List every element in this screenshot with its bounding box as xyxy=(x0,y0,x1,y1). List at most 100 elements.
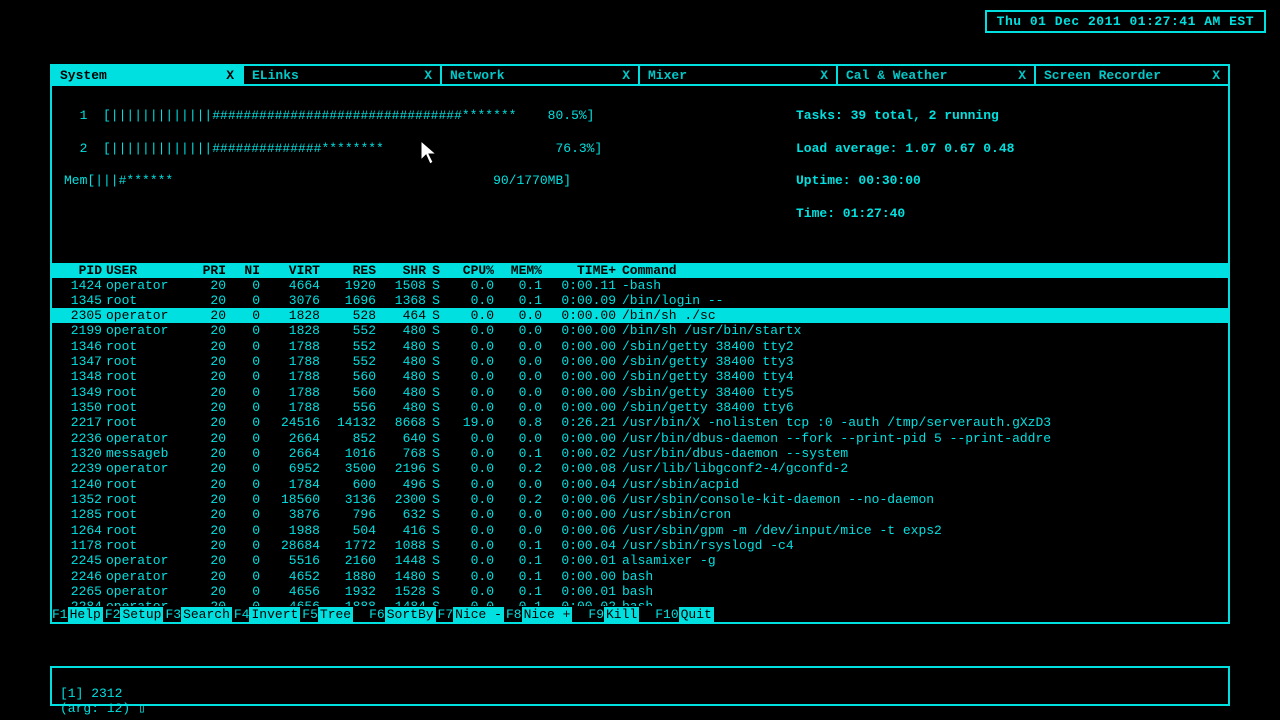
tab-cal-weather[interactable]: Cal & WeatherX xyxy=(838,66,1036,84)
col-cmd[interactable]: Command xyxy=(622,263,1224,278)
fkey-f1: F1 xyxy=(52,607,68,622)
col-res[interactable]: RES xyxy=(320,263,376,278)
cell-res: 1888 xyxy=(320,599,376,606)
cell-cmd: bash xyxy=(622,599,1224,606)
col-shr[interactable]: SHR xyxy=(376,263,426,278)
col-time[interactable]: TIME+ xyxy=(542,263,622,278)
close-icon[interactable]: X xyxy=(1018,68,1026,83)
cell-pid: 1350 xyxy=(56,400,106,415)
cell-virt: 4656 xyxy=(260,584,320,599)
col-user[interactable]: USER xyxy=(106,263,188,278)
tab-network[interactable]: NetworkX xyxy=(442,66,640,84)
fkey-label-sortby[interactable]: SortBy xyxy=(385,607,436,622)
cell-pid: 2265 xyxy=(56,584,106,599)
process-row[interactable]: 1352root2001856031362300S0.00.20:00.06/u… xyxy=(52,492,1228,507)
process-row[interactable]: 1178root2002868417721088S0.00.10:00.04/u… xyxy=(52,538,1228,553)
tab-elinks[interactable]: ELinksX xyxy=(244,66,442,84)
cell-virt: 4664 xyxy=(260,278,320,293)
cell-s: S xyxy=(426,477,446,492)
cell-virt: 5516 xyxy=(260,553,320,568)
cell-user: operator xyxy=(106,569,188,584)
cell-pri: 20 xyxy=(188,553,226,568)
process-row[interactable]: 1347root2001788552480S0.00.00:00.00/sbin… xyxy=(52,354,1228,369)
cell-ni: 0 xyxy=(226,354,260,369)
process-row[interactable]: 2199operator2001828552480S0.00.00:00.00/… xyxy=(52,323,1228,338)
cell-user: root xyxy=(106,369,188,384)
close-icon[interactable]: X xyxy=(424,68,432,83)
cell-res: 552 xyxy=(320,354,376,369)
cell-time: 0:00.00 xyxy=(542,323,622,338)
process-row[interactable]: 1424operator200466419201508S0.00.10:00.1… xyxy=(52,278,1228,293)
process-row[interactable]: 1264root2001988504416S0.00.00:00.06/usr/… xyxy=(52,523,1228,538)
process-row[interactable]: 1346root2001788552480S0.00.00:00.00/sbin… xyxy=(52,339,1228,354)
process-row[interactable]: 1345root200307616961368S0.00.10:00.09/bi… xyxy=(52,293,1228,308)
process-row[interactable]: 1285root2003876796632S0.00.00:00.00/usr/… xyxy=(52,507,1228,522)
col-ni[interactable]: NI xyxy=(226,263,260,278)
cell-pid: 1346 xyxy=(56,339,106,354)
col-mem[interactable]: MEM% xyxy=(494,263,542,278)
fkey-label-tree[interactable]: Tree xyxy=(318,607,353,622)
cell-user: root xyxy=(106,415,188,430)
fkey-f7: F7 xyxy=(438,607,454,622)
process-row[interactable]: 2265operator200465619321528S0.00.10:00.0… xyxy=(52,584,1228,599)
cell-cpu: 0.0 xyxy=(446,538,494,553)
process-row[interactable]: 2236operator2002664852640S0.00.00:00.00/… xyxy=(52,431,1228,446)
fkey-label-help[interactable]: Help xyxy=(68,607,103,622)
cell-pri: 20 xyxy=(188,385,226,400)
process-row[interactable]: 1348root2001788560480S0.00.00:00.00/sbin… xyxy=(52,369,1228,384)
process-row[interactable]: 2245operator200551621601448S0.00.10:00.0… xyxy=(52,553,1228,568)
process-row[interactable]: 2284operator200465618881484S0.00.10:00.0… xyxy=(52,599,1228,606)
col-virt[interactable]: VIRT xyxy=(260,263,320,278)
close-icon[interactable]: X xyxy=(226,68,234,83)
tab-screen-recorder[interactable]: Screen RecorderX xyxy=(1036,66,1228,84)
cell-time: 0:00.00 xyxy=(542,385,622,400)
col-cpu[interactable]: CPU% xyxy=(446,263,494,278)
column-header[interactable]: PID USER PRI NI VIRT RES SHR S CPU% MEM%… xyxy=(52,263,1228,278)
cell-pri: 20 xyxy=(188,354,226,369)
cell-shr: 480 xyxy=(376,354,426,369)
process-row[interactable]: 1240root2001784600496S0.00.00:00.04/usr/… xyxy=(52,477,1228,492)
cell-ni: 0 xyxy=(226,584,260,599)
cpu-bar-1: 1 [|||||||||||||########################… xyxy=(64,108,595,123)
process-row[interactable]: 2246operator200465218801480S0.00.10:00.0… xyxy=(52,569,1228,584)
col-s[interactable]: S xyxy=(426,263,446,278)
cell-s: S xyxy=(426,569,446,584)
cell-time: 0:00.01 xyxy=(542,584,622,599)
fkey-label-setup[interactable]: Setup xyxy=(120,607,163,622)
close-icon[interactable]: X xyxy=(820,68,828,83)
process-row[interactable]: 2217root20024516141328668S19.00.80:26.21… xyxy=(52,415,1228,430)
fkey-label-search[interactable]: Search xyxy=(181,607,232,622)
cell-mem: 0.1 xyxy=(494,599,542,606)
fkey-label-kill[interactable]: Kill xyxy=(604,607,639,622)
process-row[interactable]: 2239operator200695235002196S0.00.20:00.0… xyxy=(52,461,1228,476)
process-row[interactable]: 1349root2001788560480S0.00.00:00.00/sbin… xyxy=(52,385,1228,400)
tab-mixer[interactable]: MixerX xyxy=(640,66,838,84)
secondary-terminal[interactable]: [1] 2312 (arg: 12) ▯ xyxy=(50,666,1230,706)
cell-s: S xyxy=(426,553,446,568)
cell-cmd: /sbin/getty 38400 tty4 xyxy=(622,369,1224,384)
process-row[interactable]: 1350root2001788556480S0.00.00:00.00/sbin… xyxy=(52,400,1228,415)
fkey-label-quit[interactable]: Quit xyxy=(679,607,714,622)
cell-cpu: 0.0 xyxy=(446,323,494,338)
cell-cpu: 0.0 xyxy=(446,584,494,599)
cell-mem: 0.2 xyxy=(494,461,542,476)
tab-system[interactable]: SystemX xyxy=(52,66,244,84)
fkey-label-nice-[interactable]: Nice + xyxy=(522,607,573,622)
cell-pri: 20 xyxy=(188,492,226,507)
process-list[interactable]: 1424operator200466419201508S0.00.10:00.1… xyxy=(52,278,1228,607)
cell-mem: 0.1 xyxy=(494,278,542,293)
close-icon[interactable]: X xyxy=(622,68,630,83)
cell-mem: 0.0 xyxy=(494,400,542,415)
fkey-label-nice-[interactable]: Nice - xyxy=(453,607,504,622)
cell-virt: 2664 xyxy=(260,446,320,461)
cell-ni: 0 xyxy=(226,599,260,606)
col-pri[interactable]: PRI xyxy=(188,263,226,278)
cell-s: S xyxy=(426,323,446,338)
close-icon[interactable]: X xyxy=(1212,68,1220,83)
cell-user: operator xyxy=(106,308,188,323)
fkey-label-invert[interactable]: Invert xyxy=(249,607,300,622)
col-pid[interactable]: PID xyxy=(56,263,106,278)
process-row[interactable]: 1320messageb20026641016768S0.00.10:00.02… xyxy=(52,446,1228,461)
process-row[interactable]: 2305operator2001828528464S0.00.00:00.00/… xyxy=(52,308,1228,323)
cell-cmd: /usr/bin/dbus-daemon --system xyxy=(622,446,1224,461)
